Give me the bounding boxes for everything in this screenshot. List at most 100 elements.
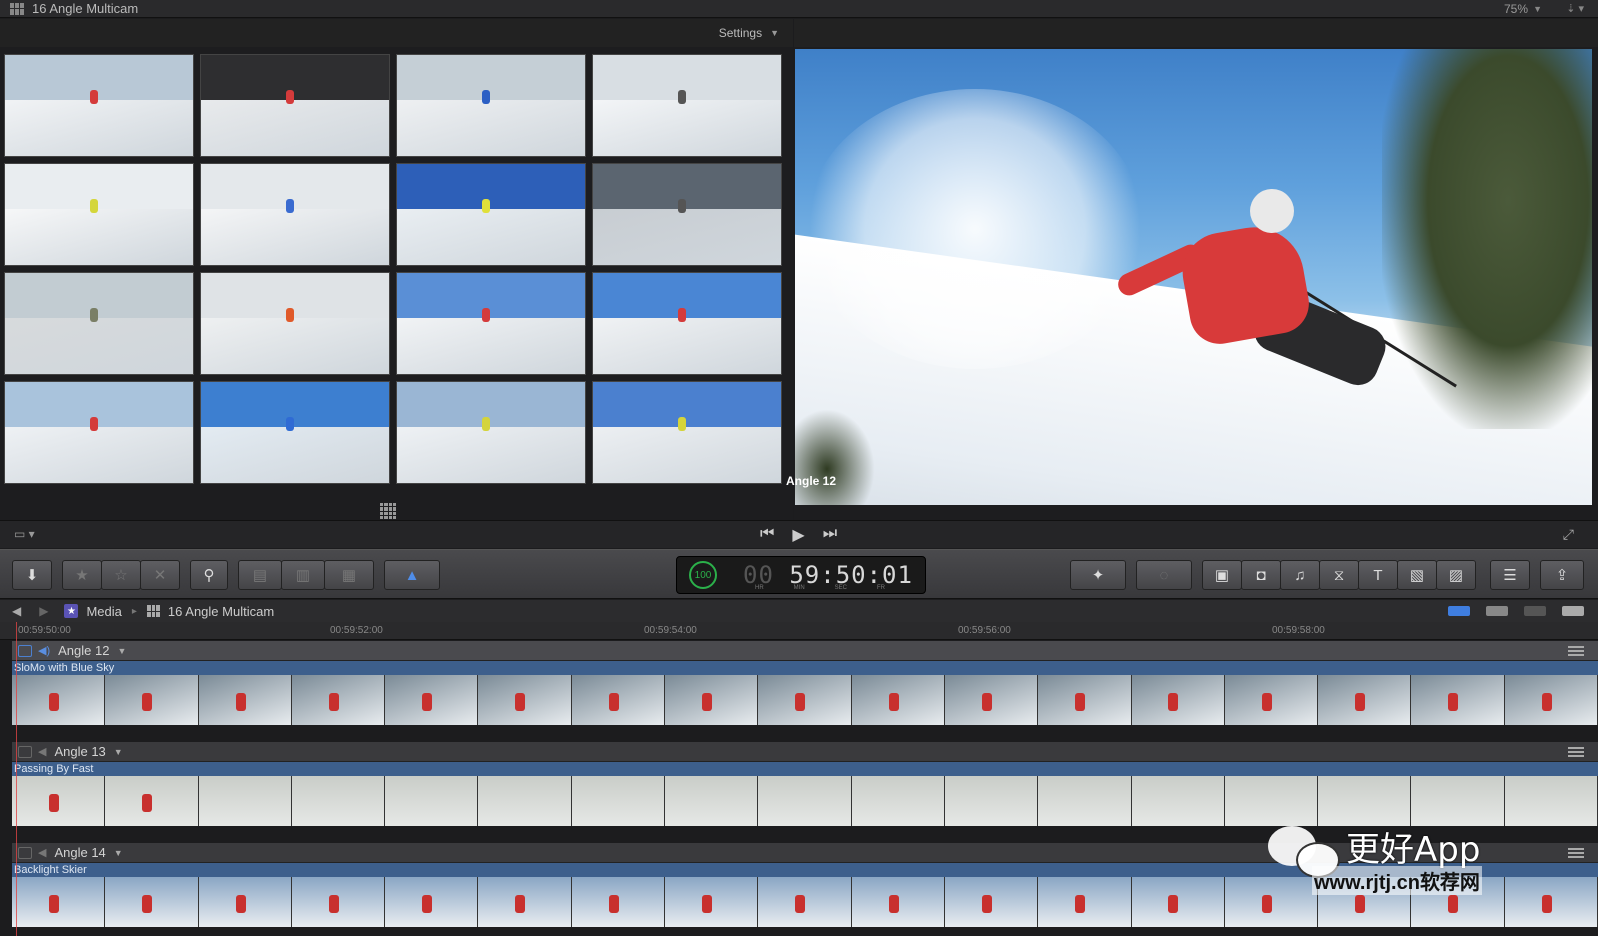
frame-skier <box>1168 692 1179 711</box>
filmstrip-frame <box>12 877 106 927</box>
skimming-toggle-icon[interactable] <box>1448 606 1470 616</box>
next-edit-button[interactable]: ⏭ <box>823 525 837 545</box>
solo-icon[interactable] <box>1524 606 1546 616</box>
frame-skier <box>608 692 619 711</box>
frame-skier <box>795 894 806 913</box>
clips-browser-button[interactable]: ▣ <box>1202 560 1242 590</box>
frame-skier <box>1355 692 1366 711</box>
angle-lane-header[interactable]: ◀) Angle 12 ▼ <box>12 641 1598 661</box>
frame-skier <box>235 894 246 913</box>
angle-thumbnail[interactable] <box>200 54 390 157</box>
angle-thumbnail[interactable] <box>4 54 194 157</box>
lane-menu-icon[interactable] <box>1568 746 1584 757</box>
photos-browser-button[interactable]: ◘ <box>1241 560 1281 590</box>
unrate-button[interactable]: ☆ <box>101 560 141 590</box>
angle-thumbnail[interactable] <box>396 163 586 266</box>
angle-thumbnail[interactable] <box>396 54 586 157</box>
angle-thumbnail[interactable] <box>200 381 390 484</box>
lane-menu-icon[interactable] <box>1568 847 1584 858</box>
snapping-icon[interactable] <box>1562 606 1584 616</box>
chevron-down-icon[interactable]: ▼ <box>770 28 779 38</box>
filmstrip-frame <box>105 675 199 725</box>
angle-lane[interactable]: ◀ Angle 13 ▼ Passing By Fast <box>12 742 1598 826</box>
filmstrip-frame <box>851 776 945 826</box>
frame-skier <box>888 692 899 711</box>
angle-lane-header[interactable]: ◀ Angle 13 ▼ <box>12 742 1598 762</box>
angle-grid-toggle-icon[interactable] <box>380 503 396 519</box>
favorite-button[interactable]: ★ <box>62 560 102 590</box>
angle-thumbnail[interactable] <box>4 163 194 266</box>
timecode-unit: SEC <box>834 585 848 591</box>
share-button[interactable]: ⇪ <box>1540 560 1584 590</box>
fcp-window: 16 Angle Multicam 75% ▼ ⇣ ▾ Settings ▼ A… <box>0 0 1598 936</box>
transitions-browser-button[interactable]: ⧖ <box>1319 560 1359 590</box>
audio-monitor-icon[interactable]: ◀) <box>38 644 50 657</box>
generators-browser-button[interactable]: ▧ <box>1397 560 1437 590</box>
angle-thumbnail[interactable] <box>592 272 782 375</box>
angle-lane[interactable]: ◀) Angle 12 ▼ SloMo with Blue Sky <box>12 641 1598 725</box>
retime-button[interactable]: ◌ <box>1136 560 1192 590</box>
dashboard-timecode[interactable]: 100 00 59:50:01 HR MIN SEC FR <box>676 556 926 594</box>
thumbnail-skier <box>481 199 490 214</box>
chevron-down-icon[interactable]: ▼ <box>1533 4 1542 14</box>
multicam-grid-icon <box>10 2 24 15</box>
play-button[interactable]: ▶ <box>792 525 804 545</box>
chevron-down-icon[interactable]: ▼ <box>117 646 126 656</box>
clip-filmstrip[interactable] <box>12 675 1598 725</box>
video-monitor-icon[interactable] <box>18 644 32 657</box>
import-button[interactable]: ⬇ <box>12 560 52 590</box>
reject-button[interactable]: ✕ <box>140 560 180 590</box>
chevron-down-icon[interactable]: ▼ <box>114 848 123 858</box>
forward-arrow-icon[interactable]: ▶ <box>39 604 48 618</box>
thumbnail-snow <box>593 209 781 265</box>
angle-thumbnail[interactable] <box>396 272 586 375</box>
angle-thumbnail[interactable] <box>396 381 586 484</box>
ruler-tick-label: 00:59:58:00 <box>1272 625 1325 636</box>
video-monitor-icon[interactable] <box>18 846 32 859</box>
inspector-button[interactable]: ☰ <box>1490 560 1530 590</box>
audio-monitor-icon[interactable]: ◀ <box>38 846 46 859</box>
filmstrip-frame <box>198 877 292 927</box>
themes-browser-button[interactable]: ▨ <box>1436 560 1476 590</box>
angle-thumbnail[interactable] <box>200 163 390 266</box>
settings-button[interactable]: Settings <box>719 26 762 40</box>
fullscreen-button[interactable]: ⤢ <box>1563 526 1574 543</box>
frame-skier <box>48 793 59 812</box>
frame-skier <box>515 692 526 711</box>
angle-thumbnail[interactable] <box>592 54 782 157</box>
angle-thumbnail[interactable] <box>592 163 782 266</box>
select-tool-button[interactable]: ▲ <box>384 560 440 590</box>
filmstrip-frame <box>1224 675 1319 725</box>
chevron-down-icon[interactable]: ▼ <box>114 747 123 757</box>
audio-monitor-icon[interactable]: ◀ <box>38 745 46 758</box>
breadcrumb-event[interactable]: Media <box>86 604 121 619</box>
audio-skimming-icon[interactable] <box>1486 606 1508 616</box>
back-arrow-icon[interactable]: ◀ <box>12 604 21 618</box>
video-monitor-icon[interactable] <box>18 745 32 758</box>
lane-menu-icon[interactable] <box>1568 645 1584 656</box>
breadcrumb-clip[interactable]: 16 Angle Multicam <box>168 604 274 619</box>
thumbnail-snow <box>5 100 193 156</box>
append-edit-button[interactable]: ▦ <box>324 560 374 590</box>
enhance-button[interactable]: ✦ <box>1070 560 1126 590</box>
keyword-button[interactable]: ⚲ <box>190 560 228 590</box>
thumbnail-snow <box>5 209 193 265</box>
timeline-header: ◀ ▶ ★ Media ▸ 16 Angle Multicam <box>0 600 1598 622</box>
frame-skier <box>981 692 992 711</box>
filmstrip-frame <box>1318 675 1412 725</box>
viewer-display-icon[interactable]: ▭ ▾ <box>14 527 58 543</box>
angle-thumbnail[interactable] <box>4 272 194 375</box>
window-title: 16 Angle Multicam <box>32 1 139 16</box>
previous-edit-button[interactable]: ⏮ <box>760 525 774 545</box>
angle-thumbnail[interactable] <box>4 381 194 484</box>
view-options-icon[interactable]: ⇣ ▾ <box>1566 2 1584 15</box>
playhead[interactable] <box>16 622 17 936</box>
zoom-level[interactable]: 75% <box>1504 2 1528 16</box>
angle-thumbnail[interactable] <box>200 272 390 375</box>
timeline-ruler[interactable]: 00:59:50:00 00:59:52:00 00:59:54:00 00:5… <box>0 622 1598 640</box>
titles-browser-button[interactable]: T <box>1358 560 1398 590</box>
angle-thumbnail[interactable] <box>592 381 782 484</box>
insert-edit-button[interactable]: ▥ <box>281 560 325 590</box>
connect-edit-button[interactable]: ▤ <box>238 560 282 590</box>
music-browser-button[interactable]: ♫ <box>1280 560 1320 590</box>
